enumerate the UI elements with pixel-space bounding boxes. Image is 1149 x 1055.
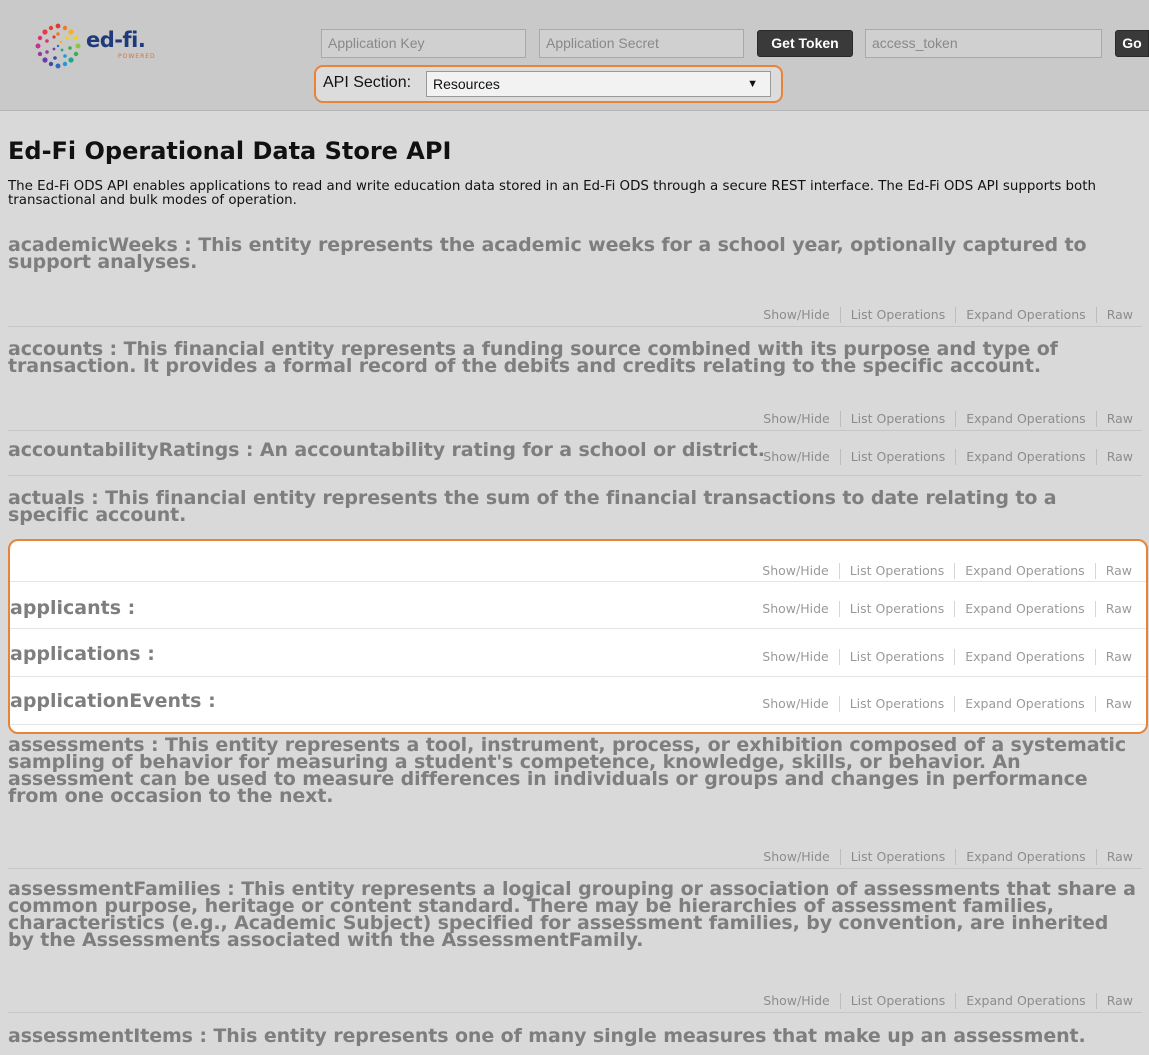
divider bbox=[8, 326, 1142, 327]
go-button[interactable]: Go bbox=[1115, 30, 1149, 57]
expand-operations-link[interactable]: Expand Operations bbox=[956, 411, 1095, 427]
list-operations-link[interactable]: List Operations bbox=[841, 449, 956, 465]
application-secret-input[interactable]: Application Secret bbox=[539, 29, 744, 58]
divider bbox=[8, 475, 1142, 476]
list-operations-link[interactable]: List Operations bbox=[840, 563, 955, 579]
resource-description: This financial entity represents the sum… bbox=[8, 487, 1057, 526]
list-operations-link[interactable]: List Operations bbox=[841, 849, 956, 865]
top-bar: ed-fi. POWERED Application Key Applicati… bbox=[0, 0, 1149, 111]
list-operations-link[interactable]: List Operations bbox=[841, 307, 956, 323]
expand-operations-link[interactable]: Expand Operations bbox=[955, 696, 1094, 712]
edfi-logo-burst-icon bbox=[35, 23, 81, 69]
expand-operations-link[interactable]: Expand Operations bbox=[955, 563, 1094, 579]
page-description: The Ed-Fi ODS API enables applications t… bbox=[8, 179, 1096, 208]
show-hide-link[interactable]: Show/Hide bbox=[753, 449, 839, 465]
raw-link[interactable]: Raw bbox=[1097, 411, 1143, 427]
divider bbox=[10, 676, 1146, 677]
api-section-label: API Section: bbox=[323, 74, 412, 91]
list-operations-link[interactable]: List Operations bbox=[840, 601, 955, 617]
resource-heading-assessmentfamilies[interactable]: assessmentFamilies : This entity represe… bbox=[8, 880, 1138, 950]
resource-ops-applicants: Show/Hide List Operations Expand Operati… bbox=[752, 599, 1142, 619]
divider bbox=[8, 430, 1142, 431]
resource-heading-assessmentitems[interactable]: assessmentItems : This entity represents… bbox=[8, 1025, 1138, 1047]
expand-operations-link[interactable]: Expand Operations bbox=[956, 993, 1095, 1009]
list-operations-link[interactable]: List Operations bbox=[841, 993, 956, 1009]
divider bbox=[8, 1012, 1142, 1013]
resource-heading-applications[interactable]: applications : bbox=[10, 643, 155, 665]
divider bbox=[10, 628, 1146, 629]
show-hide-link[interactable]: Show/Hide bbox=[753, 849, 839, 865]
show-hide-link[interactable]: Show/Hide bbox=[753, 411, 839, 427]
raw-link[interactable]: Raw bbox=[1097, 849, 1143, 865]
resource-name: applications bbox=[10, 643, 141, 665]
divider bbox=[8, 868, 1142, 869]
resource-ops-academicweeks: Show/Hide List Operations Expand Operati… bbox=[753, 305, 1143, 325]
raw-link[interactable]: Raw bbox=[1096, 563, 1142, 579]
raw-link[interactable]: Raw bbox=[1096, 601, 1142, 617]
raw-link[interactable]: Raw bbox=[1097, 993, 1143, 1009]
api-section-picker: API Section: Resources ▼ bbox=[314, 65, 783, 103]
page-title: Ed-Fi Operational Data Store API bbox=[8, 137, 452, 165]
resource-heading-applicationevents[interactable]: applicationEvents : bbox=[10, 690, 216, 712]
show-hide-link[interactable]: Show/Hide bbox=[752, 649, 838, 665]
highlighted-resources-group: Show/Hide List Operations Expand Operati… bbox=[8, 539, 1148, 734]
resource-heading-academicweeks[interactable]: academicWeeks : This entity represents t… bbox=[8, 236, 1138, 272]
resource-heading-assessments[interactable]: assessments : This entity represents a t… bbox=[8, 734, 1138, 807]
resource-description: This entity represents one of many singl… bbox=[213, 1025, 1086, 1047]
resource-heading-applicants[interactable]: applicants : bbox=[10, 597, 135, 619]
list-operations-link[interactable]: List Operations bbox=[840, 696, 955, 712]
resource-name: applicationEvents bbox=[10, 690, 202, 712]
resource-name: accountabilityRatings bbox=[8, 439, 240, 461]
raw-link[interactable]: Raw bbox=[1096, 696, 1142, 712]
application-key-input[interactable]: Application Key bbox=[321, 29, 526, 58]
access-token-input[interactable]: access_token bbox=[865, 29, 1102, 58]
resource-ops-accounts: Show/Hide List Operations Expand Operati… bbox=[753, 409, 1143, 429]
show-hide-link[interactable]: Show/Hide bbox=[753, 993, 839, 1009]
dropdown-caret-icon: ▼ bbox=[747, 78, 758, 90]
resource-ops-applications: Show/Hide List Operations Expand Operati… bbox=[752, 647, 1142, 667]
list-operations-link[interactable]: List Operations bbox=[841, 411, 956, 427]
show-hide-link[interactable]: Show/Hide bbox=[752, 563, 838, 579]
api-section-value: Resources bbox=[433, 76, 500, 92]
resource-ops-accountabilityratings: Show/Hide List Operations Expand Operati… bbox=[753, 447, 1143, 467]
expand-operations-link[interactable]: Expand Operations bbox=[956, 849, 1095, 865]
logo-wordmark: ed-fi. bbox=[86, 28, 146, 52]
resource-ops-applicationevents: Show/Hide List Operations Expand Operati… bbox=[752, 694, 1142, 714]
resource-heading-accountabilityratings[interactable]: accountabilityRatings : An accountabilit… bbox=[8, 439, 768, 461]
api-section-select[interactable]: Resources ▼ bbox=[426, 71, 771, 97]
resource-heading-accounts[interactable]: accounts : This financial entity represe… bbox=[8, 338, 1068, 377]
edfi-logo[interactable]: ed-fi. POWERED bbox=[32, 20, 172, 72]
expand-operations-link[interactable]: Expand Operations bbox=[955, 649, 1094, 665]
resource-ops-actuals: Show/Hide List Operations Expand Operati… bbox=[752, 561, 1142, 581]
logo-subtext: POWERED bbox=[118, 53, 156, 60]
show-hide-link[interactable]: Show/Hide bbox=[752, 696, 838, 712]
get-token-button[interactable]: Get Token bbox=[757, 30, 853, 57]
divider bbox=[10, 581, 1146, 582]
expand-operations-link[interactable]: Expand Operations bbox=[956, 307, 1095, 323]
divider bbox=[10, 724, 1146, 725]
list-operations-link[interactable]: List Operations bbox=[840, 649, 955, 665]
expand-operations-link[interactable]: Expand Operations bbox=[955, 601, 1094, 617]
raw-link[interactable]: Raw bbox=[1097, 307, 1143, 323]
resource-ops-assessmentfamilies: Show/Hide List Operations Expand Operati… bbox=[753, 991, 1143, 1011]
resource-description: This entity represents a tool, instrumen… bbox=[8, 734, 1127, 807]
show-hide-link[interactable]: Show/Hide bbox=[752, 601, 838, 617]
resource-name: assessmentItems bbox=[8, 1025, 193, 1047]
show-hide-link[interactable]: Show/Hide bbox=[753, 307, 839, 323]
resource-description: This financial entity represents a fundi… bbox=[8, 338, 1058, 377]
resource-ops-assessments: Show/Hide List Operations Expand Operati… bbox=[753, 847, 1143, 867]
raw-link[interactable]: Raw bbox=[1097, 449, 1143, 465]
resource-heading-actuals[interactable]: actuals : This financial entity represen… bbox=[8, 487, 1118, 526]
expand-operations-link[interactable]: Expand Operations bbox=[956, 449, 1095, 465]
resource-name: applicants bbox=[10, 597, 122, 619]
raw-link[interactable]: Raw bbox=[1096, 649, 1142, 665]
resource-description: An accountability rating for a school or… bbox=[259, 439, 765, 461]
